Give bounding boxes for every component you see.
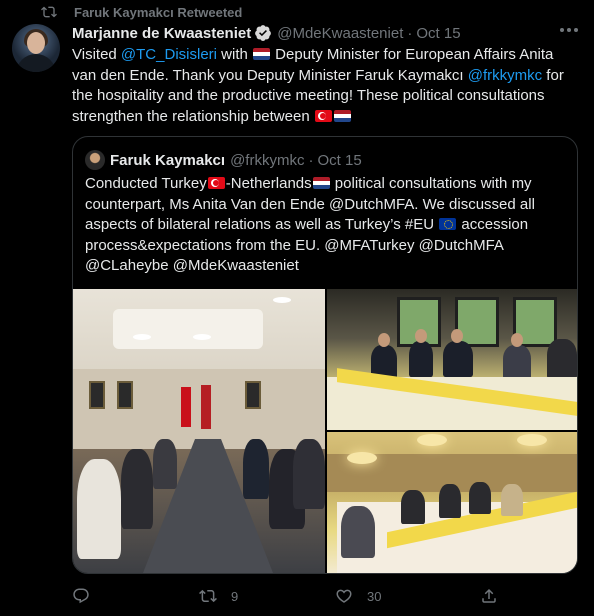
avatar-face <box>27 32 45 54</box>
photo-detail <box>378 333 390 347</box>
avatar[interactable] <box>12 24 60 72</box>
tweet-text-part: Visited <box>72 46 121 63</box>
quoted-text-part: Conducted Turkey <box>85 175 207 192</box>
photo-detail <box>341 506 375 558</box>
photo-detail <box>273 297 291 303</box>
retweet-context[interactable]: Faruk Kaymakcı Retweeted <box>40 3 242 21</box>
photo-detail <box>77 459 121 559</box>
quoted-tweet-header: Faruk Kaymakcı @frkkymkc · Oct 15 <box>85 150 362 170</box>
tweet-actions: 9 30 <box>72 585 502 607</box>
more-dot <box>574 28 578 32</box>
photo-detail <box>451 329 463 343</box>
photo-detail <box>201 385 211 429</box>
separator: · <box>308 151 314 169</box>
more-icon[interactable] <box>560 28 578 34</box>
tweet-header: Marjanne de Kwaasteniet @MdeKwaasteniet … <box>72 23 461 43</box>
more-dot <box>567 28 571 32</box>
verified-badge-icon <box>255 25 272 41</box>
photo-detail <box>113 309 263 349</box>
like-button[interactable]: 30 <box>335 585 381 607</box>
mention-link[interactable]: @frkkymkc <box>468 67 542 84</box>
photo-detail <box>415 329 427 343</box>
quoted-timestamp: Oct 15 <box>317 151 362 169</box>
heart-icon <box>336 589 352 603</box>
photo-detail <box>517 434 547 446</box>
photo-detail <box>511 333 523 347</box>
eu-flag-icon <box>439 218 457 230</box>
photo-detail <box>409 341 433 377</box>
tweet-text: Visited @TC_Disisleri with Deputy Minist… <box>72 45 577 127</box>
retweet-count: 9 <box>231 588 239 604</box>
tweet-text-part: with <box>217 46 253 63</box>
photo-detail <box>547 339 577 379</box>
photo-detail <box>117 381 133 409</box>
photo-detail <box>89 381 105 409</box>
photo-detail <box>193 334 211 340</box>
retweet-icon <box>41 6 57 18</box>
photo-detail <box>347 452 377 464</box>
photo-detail <box>417 434 447 446</box>
quoted-tweet-text: Conducted Turkey -Netherlands political c… <box>85 174 567 277</box>
reply-icon <box>73 588 89 604</box>
photo-detail <box>73 369 325 449</box>
photo-detail <box>443 341 473 377</box>
separator: · <box>407 24 413 42</box>
photo-grid <box>73 289 577 573</box>
more-dot <box>560 28 564 32</box>
mention-link[interactable]: @TC_Disisleri <box>121 46 217 63</box>
photo-detail <box>133 334 151 340</box>
timestamp[interactable]: Oct 15 <box>416 25 460 42</box>
turkey-flag-icon <box>207 177 225 189</box>
netherlands-flag-icon <box>333 109 351 122</box>
retweet-icon <box>199 589 217 603</box>
photo-detail <box>401 490 425 524</box>
photo-detail <box>501 484 523 516</box>
like-count: 30 <box>367 588 382 604</box>
reply-button[interactable] <box>72 585 104 607</box>
photo-detail <box>293 439 325 509</box>
netherlands-flag-icon <box>253 48 271 60</box>
meeting-photo-1[interactable] <box>73 289 325 573</box>
meeting-photo-2[interactable] <box>327 289 577 430</box>
retweet-button[interactable]: 9 <box>199 585 238 607</box>
retweet-label: Faruk Kaymakcı Retweeted <box>74 4 243 20</box>
netherlands-flag-icon <box>312 177 330 189</box>
quoted-tweet[interactable]: Faruk Kaymakcı @frkkymkc · Oct 15 Conduc… <box>72 136 578 574</box>
photo-detail <box>439 484 461 518</box>
photo-detail <box>153 439 177 489</box>
photo-detail <box>243 439 269 499</box>
photo-detail <box>121 449 153 529</box>
avatar-shoulders <box>16 54 56 72</box>
quoted-author-name: Faruk Kaymakcı <box>110 151 226 169</box>
share-icon <box>482 588 496 603</box>
turkey-flag-icon <box>314 109 332 122</box>
author-name[interactable]: Marjanne de Kwaasteniet <box>72 25 251 42</box>
author-handle[interactable]: @MdeKwaasteniet <box>277 25 403 42</box>
photo-detail <box>181 387 191 427</box>
share-button[interactable] <box>480 585 498 607</box>
photo-detail <box>245 381 261 409</box>
meeting-photo-3[interactable] <box>327 432 577 573</box>
photo-detail <box>469 482 491 514</box>
quoted-author-handle: @frkkymkc <box>230 151 305 169</box>
quoted-avatar <box>85 150 105 170</box>
photo-detail <box>503 345 531 379</box>
quoted-text-part: -Netherlands <box>225 175 312 192</box>
